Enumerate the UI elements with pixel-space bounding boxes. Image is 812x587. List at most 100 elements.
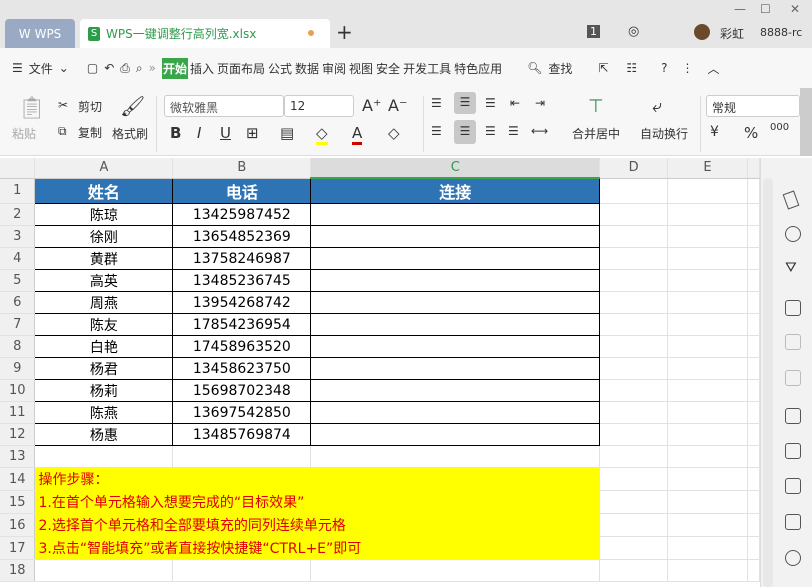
share-icon[interactable]: ⇱ [598,61,608,75]
name-cell[interactable]: 陈友 [34,313,174,336]
cell[interactable] [667,291,748,314]
column-header-e[interactable]: E [667,158,748,179]
cell[interactable] [599,178,669,204]
phone-cell[interactable]: 13758246987 [172,247,312,270]
wrap-text-button[interactable]: 自动换行 [640,125,688,142]
tab-data[interactable]: 数据 [294,58,320,79]
cell[interactable] [667,247,748,270]
cell-style-icon[interactable]: ▤ [280,124,294,142]
name-cell[interactable]: 高英 [34,269,174,292]
fill-color-icon[interactable]: ◇ [316,124,328,145]
paste-button[interactable]: 粘贴 [12,125,36,142]
instruction-note[interactable]: 1.在首个单元格输入想要完成的“目标效果” [34,490,600,514]
row-header[interactable]: 9 [0,357,36,380]
decrease-font-icon[interactable]: A⁻ [388,96,407,115]
row-header[interactable]: 18 [0,559,36,582]
name-cell[interactable]: 黄群 [34,247,174,270]
row-header[interactable]: 13 [0,445,36,468]
link-cell[interactable] [310,269,601,292]
align-top-icon[interactable]: ☰ [431,96,442,110]
cell[interactable] [667,357,748,380]
borders-icon[interactable]: ⊞ [246,124,259,142]
currency-icon[interactable]: ¥ [710,124,719,140]
cell[interactable] [599,203,669,226]
tab-security[interactable]: 安全 [375,58,401,79]
increase-font-icon[interactable]: A⁺ [362,96,381,115]
font-size-select[interactable]: 12 [284,95,354,117]
cell[interactable] [667,335,748,358]
row-header[interactable]: 2 [0,203,36,226]
italic-button[interactable]: I [197,124,201,142]
undo-icon[interactable]: ↶ [104,61,114,75]
tools-icon[interactable] [785,370,801,386]
cell[interactable] [599,291,669,314]
name-cell[interactable]: 陈燕 [34,401,174,424]
row-header[interactable]: 12 [0,423,36,446]
preview-icon[interactable]: ⌕ [136,61,143,76]
chevron-down-icon[interactable]: ⌄ [59,61,69,75]
cell[interactable] [667,467,748,491]
cell[interactable] [667,203,748,226]
row-header[interactable]: 16 [0,513,36,537]
link-cell[interactable] [310,291,601,314]
phone-cell[interactable]: 13954268742 [172,291,312,314]
file-menu[interactable]: 文件 [29,60,53,77]
name-cell[interactable]: 周燕 [34,291,174,314]
more-options-icon[interactable]: ⋮ [682,61,694,75]
ribbon-scroll-right[interactable] [800,88,812,156]
column-header-a[interactable]: A [34,158,174,179]
underline-button[interactable]: U [220,124,231,142]
cell[interactable] [667,178,748,204]
cell[interactable] [667,379,748,402]
tab-developer[interactable]: 开发工具 [402,58,452,79]
shapes-icon[interactable] [785,226,801,242]
share-icon[interactable] [785,443,801,459]
cell[interactable] [599,357,669,380]
name-cell[interactable]: 杨莉 [34,379,174,402]
wrap-text-icon[interactable]: ⤶ [652,96,662,117]
print-icon[interactable]: ⎙ [120,61,130,76]
link-cell[interactable] [310,203,601,226]
align-center-icon[interactable]: ☰ [454,120,476,144]
cell[interactable] [599,536,669,560]
cell[interactable] [599,423,669,446]
tab-special[interactable]: 特色应用 [453,58,503,79]
phone-cell[interactable]: 13425987452 [172,203,312,226]
cell[interactable] [599,313,669,336]
decrease-indent-icon[interactable]: ⇤ [510,96,520,110]
shield-icon[interactable] [785,550,801,566]
row-header[interactable]: 4 [0,247,36,270]
format-painter-button[interactable]: 格式刷 [112,125,148,142]
new-tab-button[interactable]: + [336,20,353,44]
select-icon[interactable] [782,190,800,210]
cell[interactable] [667,559,748,582]
collapse-ribbon-icon[interactable]: ︿ [708,60,720,77]
link-cell[interactable] [310,401,601,424]
cell[interactable] [599,559,669,582]
paste-icon[interactable]: 📋︎ [18,96,46,121]
increase-indent-icon[interactable]: ⇥ [535,96,545,110]
cell[interactable] [667,536,748,560]
search-button[interactable]: 查找 [548,60,572,77]
more-icon[interactable]: » [149,61,156,75]
cell[interactable] [667,445,748,468]
copy-button[interactable]: 复制 [78,124,102,141]
tab-page-layout[interactable]: 页面布局 [216,58,266,79]
align-left-icon[interactable]: ☰ [431,124,442,138]
filter-icon[interactable] [785,334,801,350]
cell[interactable] [599,379,669,402]
document-tab[interactable]: S WPS一键调整行高列宽.xlsx [80,19,330,48]
window-count-badge[interactable]: 1 [587,25,600,38]
phone-cell[interactable]: 13485236745 [172,269,312,292]
help-icon[interactable]: ? [661,61,667,75]
skin-icon[interactable]: ◎ [628,24,639,39]
header-cell[interactable]: 电话 [172,177,312,204]
row-header[interactable]: 1 [0,178,36,204]
distribute-icon[interactable]: ⟷ [531,124,548,138]
link-cell[interactable] [310,379,601,402]
row-header[interactable]: 15 [0,490,36,514]
cell[interactable] [599,335,669,358]
cell[interactable] [667,313,748,336]
number-format-select[interactable]: 常规 [706,95,800,117]
row-header[interactable]: 7 [0,313,36,336]
